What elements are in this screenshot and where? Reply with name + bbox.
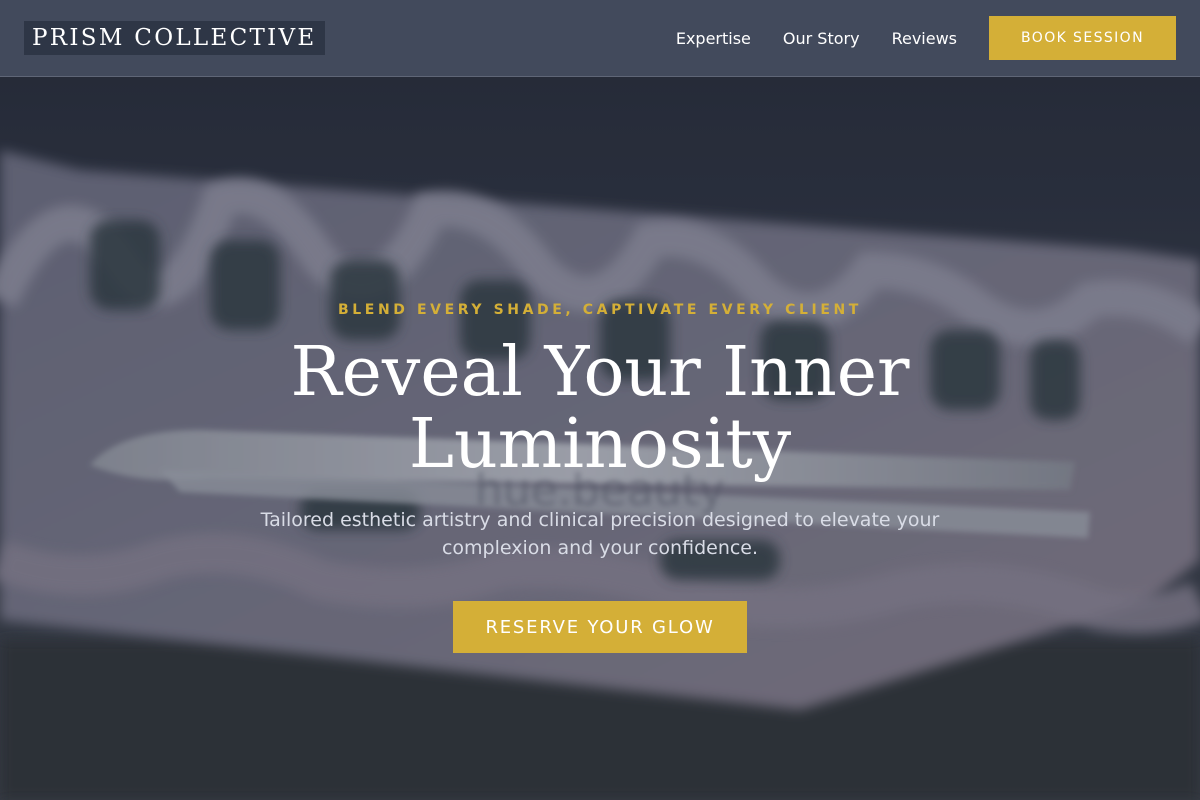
nav-links: Expertise Our Story Reviews BOOK SESSION [676,16,1176,60]
hero-subtitle: Tailored esthetic artistry and clinical … [260,509,940,559]
hero-eyebrow: BLEND EVERY SHADE, CAPTIVATE EVERY CLIEN… [338,302,862,318]
top-navbar: PRISM COLLECTIVE Expertise Our Story Rev… [0,0,1200,77]
hero-section: BLEND EVERY SHADE, CAPTIVATE EVERY CLIEN… [0,0,1200,800]
nav-link-reviews[interactable]: Reviews [892,29,957,48]
nav-link-expertise[interactable]: Expertise [676,29,751,48]
nav-link-our-story[interactable]: Our Story [783,29,860,48]
hero-headline: Reveal Your Inner Luminosity [290,333,910,484]
book-session-button[interactable]: BOOK SESSION [989,16,1176,60]
reserve-glow-button[interactable]: RESERVE YOUR GLOW [453,601,747,653]
brand-logo[interactable]: PRISM COLLECTIVE [24,21,325,55]
